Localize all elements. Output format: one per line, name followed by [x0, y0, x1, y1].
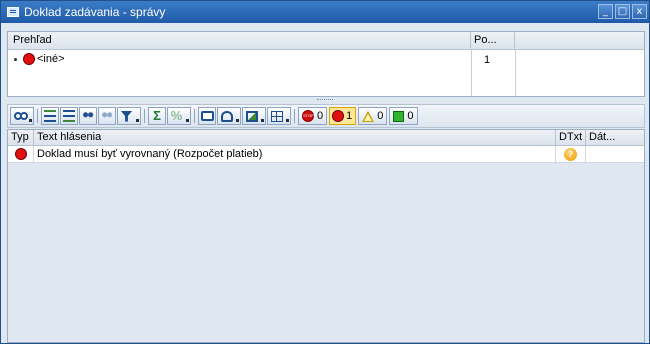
error-count: 1 — [346, 110, 353, 122]
find-button[interactable] — [79, 107, 97, 125]
filter-warning-messages[interactable]: 0 — [358, 107, 388, 125]
window-controls: _ □ x — [598, 4, 647, 19]
date-cell — [586, 146, 644, 162]
stop-count: 0 — [317, 110, 324, 122]
print-button[interactable] — [198, 107, 216, 125]
success-count: 0 — [407, 110, 414, 122]
binoculars-next-icon — [101, 110, 113, 122]
splitter-grip-icon — [317, 99, 333, 101]
help-icon[interactable]: ? — [564, 147, 577, 161]
find-next-button[interactable] — [98, 107, 116, 125]
column-divider — [471, 50, 472, 96]
message-text: Doklad musí byť vyrovnaný (Rozpočet plat… — [34, 146, 556, 162]
success-icon — [393, 110, 405, 122]
export-icon — [245, 110, 258, 122]
sort-ascending-icon — [44, 110, 56, 122]
col-header-count[interactable]: Po... — [471, 32, 515, 49]
binoculars-icon — [82, 110, 94, 122]
view-icon — [220, 110, 233, 122]
sort-descending-button[interactable] — [60, 107, 78, 125]
col-header-type[interactable]: Typ — [8, 130, 34, 145]
view-button[interactable] — [217, 107, 241, 125]
messages-grid: Typ Text hlásenia DTxt Dát... Doklad mus… — [7, 129, 645, 343]
sort-descending-icon — [63, 110, 75, 122]
error-message-icon — [15, 149, 26, 159]
maximize-button[interactable]: □ — [615, 4, 630, 19]
toolbar-separator — [144, 109, 145, 123]
warning-icon — [362, 110, 375, 122]
filter-success-messages[interactable]: 0 — [389, 107, 418, 125]
table-row[interactable]: Doklad musí byť vyrovnaný (Rozpočet plat… — [8, 146, 644, 163]
sort-ascending-button[interactable] — [41, 107, 59, 125]
messages-header: Typ Text hlásenia DTxt Dát... — [8, 130, 644, 146]
col-header-overview[interactable]: Prehľad — [8, 32, 471, 49]
error-status-icon — [24, 54, 34, 64]
overview-item-count: 1 — [484, 54, 491, 66]
warning-count: 0 — [377, 110, 384, 122]
subtotal-button[interactable]: % — [167, 107, 191, 125]
close-button[interactable]: x — [632, 4, 647, 19]
toolbar-separator — [294, 109, 295, 123]
printer-icon — [200, 111, 214, 121]
col-header-text[interactable]: Text hlásenia — [34, 130, 556, 145]
toolbar-separator — [194, 109, 195, 123]
stop-icon: STOP — [302, 110, 314, 122]
minimize-button[interactable]: _ — [598, 4, 613, 19]
message-type-cell — [8, 146, 34, 162]
col-header-dtxt[interactable]: DTxt — [556, 130, 586, 145]
title-bar: Doklad zadávania - správy _ □ x — [1, 1, 649, 23]
overview-body: <iné> 1 — [8, 50, 644, 96]
export-button[interactable] — [242, 107, 266, 125]
glasses-icon — [13, 112, 22, 120]
window-title: Doklad zadávania - správy — [24, 5, 166, 19]
details-button[interactable] — [10, 107, 34, 125]
long-text-cell: ? — [556, 146, 586, 162]
overview-item-label: <iné> — [37, 53, 65, 65]
layout-grid-icon — [270, 110, 283, 122]
pane-splitter[interactable] — [1, 98, 649, 103]
alv-toolbar: Σ % STOP 0 1 0 0 — [7, 104, 645, 128]
filter-button[interactable] — [117, 107, 141, 125]
overview-item[interactable]: <iné> — [14, 53, 65, 65]
column-divider — [515, 50, 516, 96]
filter-stop-messages[interactable]: STOP 0 — [298, 107, 328, 125]
message-dialog: Doklad zadávania - správy _ □ x Prehľad … — [0, 0, 650, 344]
overview-grid: Prehľad Po... <iné> 1 — [7, 31, 645, 97]
filter-error-messages[interactable]: 1 — [329, 107, 357, 125]
layout-button[interactable] — [267, 107, 291, 125]
error-icon — [333, 111, 344, 121]
col-header-date[interactable]: Dát... — [586, 130, 644, 145]
total-button[interactable]: Σ — [148, 107, 166, 125]
subtotal-icon: % — [170, 108, 183, 123]
filter-icon — [120, 110, 133, 122]
toolbar-separator — [37, 109, 38, 123]
tree-bullet-icon — [14, 57, 17, 61]
dialog-icon — [7, 7, 19, 17]
sum-icon: Σ — [153, 108, 161, 123]
overview-header: Prehľad Po... — [8, 32, 644, 50]
